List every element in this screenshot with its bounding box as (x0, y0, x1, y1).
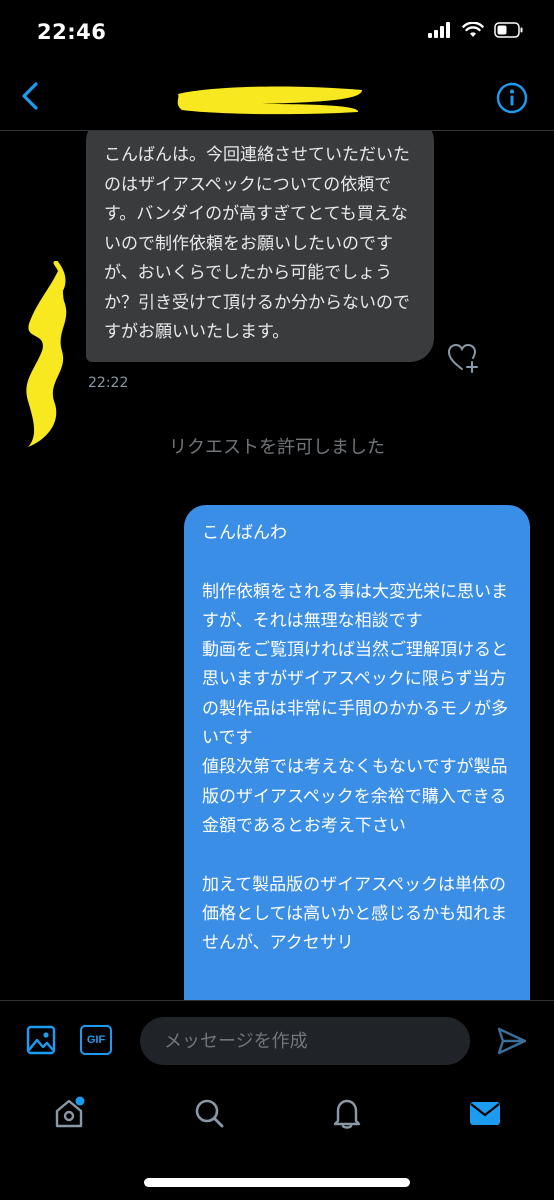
search-icon[interactable] (192, 1096, 226, 1130)
bell-icon[interactable] (330, 1096, 364, 1130)
status-time: 22:46 (37, 20, 107, 44)
home-indicator[interactable] (144, 1178, 410, 1187)
title-redaction-mark (177, 86, 362, 115)
message-timestamp: 22:22 (88, 375, 129, 391)
message-input[interactable] (140, 1017, 470, 1065)
incoming-message-bubble[interactable]: こんばんは。今回連絡させていただいたのはザイアスペックについての依頼です。バンダ… (86, 131, 434, 362)
outgoing-message-bubble[interactable]: こんばんわ 制作依頼をされる事は大変光栄に思いますが、それは無理な相談です 動画… (184, 505, 530, 1000)
status-bar: 22:46 (0, 0, 554, 64)
avatar-redaction-mark (26, 261, 67, 447)
message-composer: GIF (0, 1000, 554, 1079)
home-icon[interactable] (52, 1096, 86, 1130)
info-icon[interactable] (496, 82, 528, 114)
chevron-left-icon[interactable] (16, 78, 46, 114)
mail-icon[interactable] (468, 1096, 502, 1130)
message-list[interactable]: こんばんは。今回連絡させていただいたのはザイアスペックについての依頼です。バンダ… (0, 131, 554, 1000)
cellular-signal-icon (428, 22, 450, 38)
status-icons (428, 22, 524, 38)
wifi-icon (462, 22, 484, 37)
system-message: リクエストを許可しました (169, 437, 385, 458)
battery-icon (494, 22, 523, 38)
gif-button[interactable]: GIF (80, 1025, 112, 1055)
image-icon[interactable] (26, 1025, 56, 1055)
conversation-header (0, 64, 554, 131)
send-icon[interactable] (496, 1025, 528, 1057)
heart-plus-icon[interactable] (446, 341, 480, 375)
